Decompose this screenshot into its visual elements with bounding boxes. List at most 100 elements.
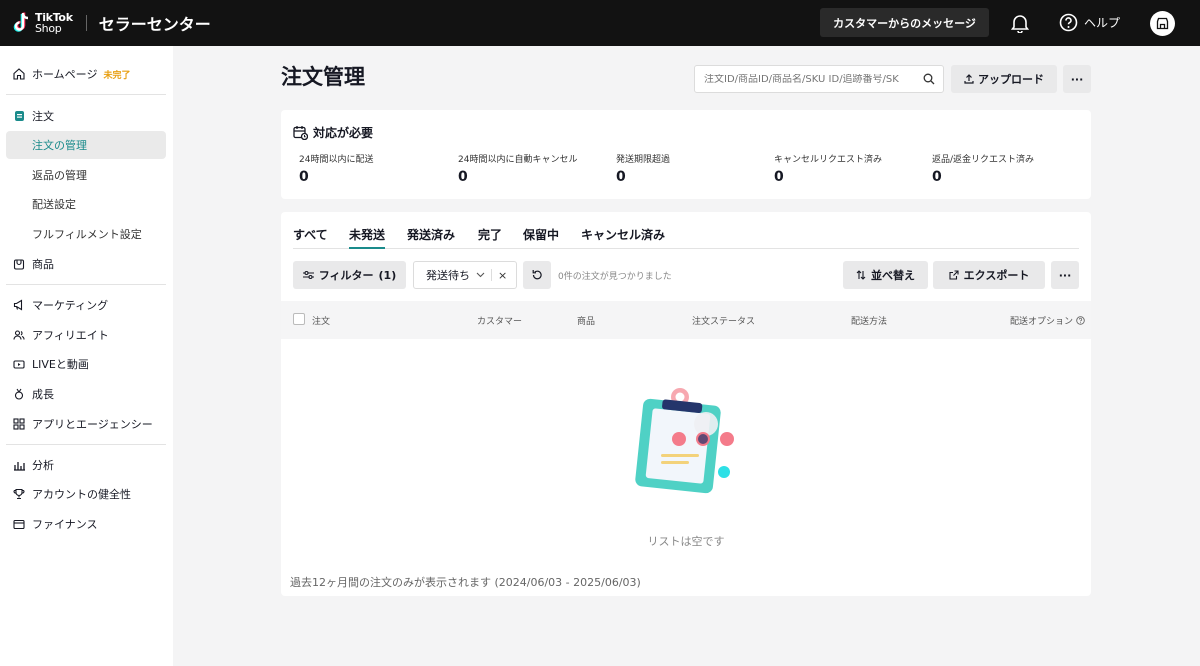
customer-messages-button[interactable]: カスタマーからのメッセージ	[820, 8, 989, 37]
incomplete-badge: 未完了	[103, 70, 131, 81]
sidebar-growth-label: 成長	[32, 388, 54, 401]
more-options-button[interactable]: ···	[1063, 65, 1091, 93]
export-button[interactable]: エクスポート	[933, 261, 1045, 289]
metric-ship-24h[interactable]: 24時間以内に配送 0	[299, 152, 373, 185]
upload-label: アップロード	[978, 73, 1044, 86]
shop-avatar[interactable]	[1150, 11, 1175, 36]
sidebar-orders-label: 注文	[32, 110, 54, 123]
apps-icon	[12, 417, 26, 431]
sidebar-affiliate-label: アフィリエイト	[32, 329, 109, 342]
search-icon[interactable]	[923, 73, 935, 88]
metric-return-refund-requested[interactable]: 返品/返金リクエスト済み 0	[932, 152, 1034, 185]
sidebar-item-account-health[interactable]: アカウントの健全性	[6, 480, 166, 508]
sidebar-home-label: ホームページ	[32, 68, 98, 81]
upload-button[interactable]: アップロード	[951, 65, 1057, 93]
help-link[interactable]: ヘルプ	[1059, 13, 1120, 32]
home-icon	[12, 67, 26, 81]
metric-label: 24時間以内に自動キャンセル	[458, 155, 578, 165]
tab-all[interactable]: すべて	[293, 226, 328, 249]
notifications-bell-icon[interactable]	[1010, 13, 1030, 36]
action-required-title-row: 対応が必要	[293, 124, 373, 141]
sidebar-fulfillment-label: フルフィルメント設定	[32, 228, 142, 241]
store-icon	[1156, 17, 1169, 30]
sidebar-item-order-management[interactable]: 注文の管理	[6, 131, 166, 159]
sidebar-shipping-label: 配送設定	[32, 198, 76, 211]
sidebar-item-analytics[interactable]: 分析	[6, 451, 166, 479]
clear-status-icon[interactable]: ×	[498, 269, 507, 282]
metric-cancel-requested[interactable]: キャンセルリクエスト済み 0	[774, 152, 882, 185]
search-box[interactable]	[694, 65, 944, 93]
reset-button[interactable]	[523, 261, 551, 289]
metric-value: 0	[774, 169, 784, 185]
metric-value: 0	[299, 169, 309, 185]
metric-overdue-shipping[interactable]: 発送期限超過 0	[616, 152, 670, 185]
select-all-checkbox[interactable]	[293, 313, 305, 325]
toolbar-more-button[interactable]: ···	[1051, 261, 1079, 289]
sidebar-item-shipping-settings[interactable]: 配送設定	[6, 190, 166, 218]
sidebar-item-products[interactable]: 商品	[6, 250, 166, 278]
trophy-icon	[12, 487, 26, 501]
metric-value: 0	[458, 169, 468, 185]
sidebar-item-growth[interactable]: 成長	[6, 380, 166, 408]
sidebar-item-apps[interactable]: アプリとエージェンシー	[6, 410, 166, 438]
empty-clipboard-illustration	[635, 388, 734, 494]
tab-shipped[interactable]: 発送済み	[407, 226, 455, 249]
metric-label: 発送期限超過	[616, 155, 671, 165]
sidebar-item-orders[interactable]: 注文	[6, 102, 166, 130]
shipping-option-label: 配送オプション	[1010, 317, 1074, 327]
orders-card: すべて 未発送 発送済み 完了 保留中 キャンセル済み フィルター (1) 発送…	[281, 212, 1091, 596]
header-divider	[85, 15, 87, 31]
sidebar-returns-label: 返品の管理	[32, 169, 87, 182]
column-customer: カスタマー	[477, 317, 523, 327]
metric-label: 24時間以内に配送	[299, 155, 374, 165]
info-icon[interactable]	[1076, 316, 1085, 325]
logo-text-shop: Shop	[35, 22, 62, 35]
sidebar-account-health-label: アカウントの健全性	[32, 488, 131, 501]
tab-unshipped[interactable]: 未発送	[349, 226, 386, 249]
sidebar-item-affiliate[interactable]: アフィリエイト	[6, 321, 166, 349]
tab-on-hold[interactable]: 保留中	[523, 226, 559, 249]
select-divider	[491, 269, 492, 281]
sort-label: 並べ替え	[871, 269, 915, 282]
metric-auto-cancel-24h[interactable]: 24時間以内に自動キャンセル 0	[458, 152, 577, 185]
tiktok-shop-logo[interactable]: TikTok Shop	[12, 12, 73, 34]
result-count-text: 0件の注文が見つかりました	[558, 272, 672, 282]
sidebar-products-label: 商品	[32, 258, 54, 271]
column-shipping-option[interactable]: 配送オプション	[1010, 314, 1085, 327]
metric-value: 0	[932, 169, 942, 185]
video-icon	[12, 357, 26, 371]
action-required-card: 対応が必要 24時間以内に配送 0 24時間以内に自動キャンセル 0 発送期限超…	[281, 110, 1091, 199]
bar-chart-icon	[12, 458, 26, 472]
chevron-down-icon	[476, 272, 485, 278]
sidebar-divider	[6, 444, 166, 445]
tiktok-note-icon	[13, 12, 29, 32]
megaphone-icon	[12, 298, 26, 312]
sidebar-item-home[interactable]: ホームページ 未完了	[6, 60, 166, 88]
top-bar: TikTok Shop セラーセンター カスタマーからのメッセージ ヘルプ	[0, 0, 1200, 46]
metric-label: キャンセルリクエスト済み	[774, 155, 883, 165]
empty-state-message: リストは空です	[647, 535, 725, 548]
filter-button[interactable]: フィルター (1)	[293, 261, 406, 289]
column-order-status: 注文ステータス	[692, 317, 756, 327]
metric-value: 0	[616, 169, 626, 185]
calendar-clock-icon	[293, 126, 308, 140]
sort-button[interactable]: 並べ替え	[843, 261, 928, 289]
search-input[interactable]	[704, 73, 916, 85]
order-status-tabs: すべて 未発送 発送済み 完了 保留中 キャンセル済み	[293, 226, 1079, 249]
sidebar-marketing-label: マーケティング	[32, 299, 109, 312]
sidebar-live-label: LIVEと動画	[32, 358, 89, 371]
sidebar-item-marketing[interactable]: マーケティング	[6, 291, 166, 319]
app-title: セラーセンター	[98, 15, 211, 34]
tab-cancelled[interactable]: キャンセル済み	[581, 226, 665, 249]
status-select[interactable]: 発送待ち ×	[413, 261, 517, 289]
sidebar-item-returns[interactable]: 返品の管理	[6, 161, 166, 189]
sidebar-item-live-video[interactable]: LIVEと動画	[6, 350, 166, 378]
orders-icon	[12, 109, 26, 123]
tab-completed[interactable]: 完了	[478, 226, 502, 249]
action-required-title: 対応が必要	[313, 126, 374, 140]
sidebar-item-finance[interactable]: ファイナンス	[6, 510, 166, 538]
people-icon	[12, 328, 26, 342]
sidebar-apps-label: アプリとエージェンシー	[32, 418, 153, 431]
sidebar-item-fulfillment[interactable]: フルフィルメント設定	[6, 220, 166, 248]
export-label: エクスポート	[963, 269, 1030, 282]
